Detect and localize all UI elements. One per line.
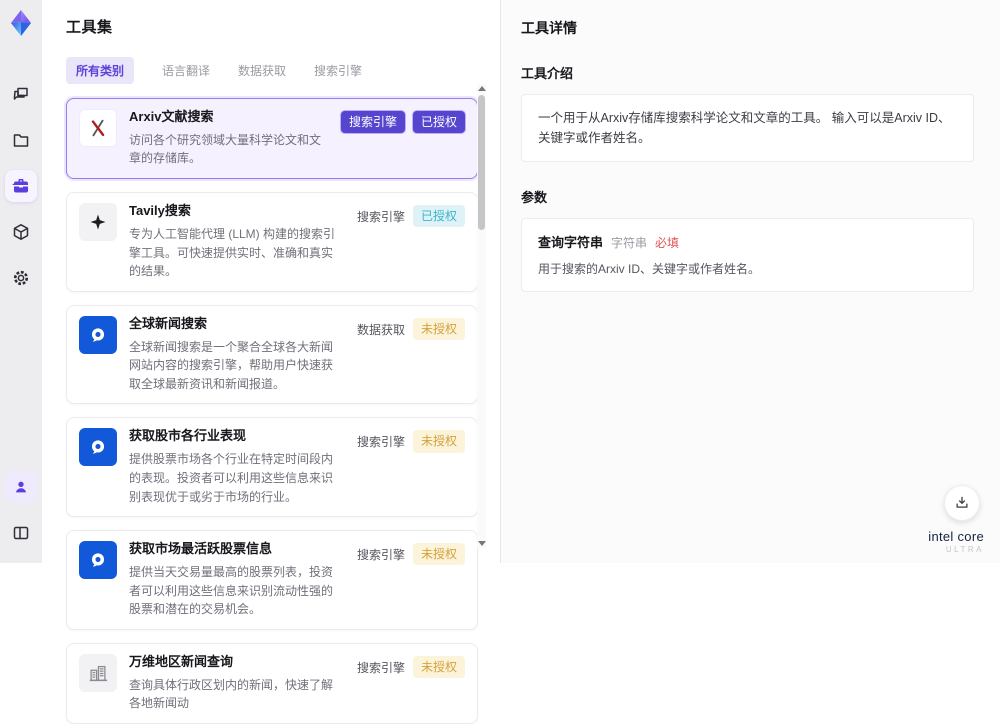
tool-card-global-news[interactable]: 全球新闻搜索 全球新闻搜索是一个聚合全球各大新闻网站内容的搜索引擎，帮助用户快速…	[66, 304, 478, 405]
tool-card-badges: 搜索引擎 未授权	[357, 428, 465, 506]
auth-status-badge: 未授权	[412, 430, 465, 453]
auth-status-badge: 未授权	[412, 655, 465, 678]
tavily-star-icon	[79, 203, 117, 242]
tool-description: 提供当天交易量最高的股票列表，投资者可以利用这些信息来识别流动性强的股票和潜在的…	[129, 564, 334, 617]
user-icon[interactable]	[5, 471, 37, 503]
tool-card-badges: 搜索引擎 已授权	[357, 203, 465, 281]
folder-icon[interactable]	[5, 124, 37, 156]
stock-app-icon	[79, 541, 117, 580]
download-icon	[956, 496, 968, 508]
param-name: 查询字符串	[538, 235, 604, 250]
tool-card-stock-sectors[interactable]: 获取股市各行业表现 提供股票市场各个行业在特定时间段内的表现。投资者可以利用这些…	[66, 417, 478, 518]
list-scrollbar[interactable]	[477, 84, 486, 548]
auth-status-badge: 未授权	[412, 317, 465, 340]
tab-all-categories[interactable]: 所有类别	[66, 57, 135, 84]
tool-card-arxiv[interactable]: Arxiv文献搜索 访问各个研究领域大量科学论文和文章的存储库。 搜索引擎 已授…	[66, 98, 478, 180]
category-badge: 搜索引擎	[340, 111, 405, 134]
tool-card-badges: 搜索引擎 已授权	[340, 109, 465, 168]
tool-name: 获取股市各行业表现	[129, 428, 247, 444]
tool-description: 提供股票市场各个行业在特定时间段内的表现。投资者可以利用这些信息来识别表现优于或…	[129, 452, 334, 504]
intel-ultra-label: ULTRA	[945, 545, 984, 555]
tab-data-fetch[interactable]: 数据获取	[238, 62, 286, 79]
tool-name: 获取市场最活跃股票信息	[129, 541, 273, 557]
toolbox-icon[interactable]	[5, 170, 37, 202]
news-app-icon	[79, 315, 117, 354]
tool-card-badges: 搜索引擎 未授权	[357, 541, 465, 619]
category-label: 数据获取	[356, 322, 405, 337]
category-label: 搜索引擎	[356, 435, 405, 450]
tool-card-badges: 数据获取 未授权	[357, 316, 465, 394]
app-window: 工具集 所有类别 语言翻译 数据获取 搜索引擎 Arxiv文献搜索 访问各个研究…	[0, 0, 1000, 724]
chat-icon[interactable]	[5, 78, 37, 110]
param-box: 查询字符串 字符串 必填 用于搜索的Arxiv ID、关键字或作者姓名。	[521, 218, 974, 292]
scroll-down-arrow-icon[interactable]	[478, 541, 486, 546]
category-label: 搜索引擎	[356, 210, 405, 225]
tool-card-text: 获取股市各行业表现 提供股票市场各个行业在特定时间段内的表现。投资者可以利用这些…	[129, 428, 345, 506]
tool-detail-panel: 工具详情 工具介绍 一个用于从Arxiv存储库搜索科学论文和文章的工具。 输入可…	[501, 0, 1000, 563]
tab-search-engine[interactable]: 搜索引擎	[314, 62, 362, 79]
tool-card-badges: 搜索引擎 未授权	[357, 654, 465, 713]
app-logo-icon	[6, 8, 36, 38]
page-title: 工具集	[66, 19, 113, 36]
intro-heading: 工具介绍	[521, 66, 574, 81]
param-description: 用于搜索的Arxiv ID、关键字或作者姓名。	[538, 262, 761, 276]
settings-gear-icon[interactable]	[5, 262, 37, 294]
tool-description: 查询具体行政区划内的新闻，快速了解各地新闻动	[129, 677, 334, 711]
tool-card-text: Tavily搜索 专为人工智能代理 (LLM) 构建的搜索引擎工具。可快速提供实…	[129, 203, 345, 281]
intro-box: 一个用于从Arxiv存储库搜索科学论文和文章的工具。 输入可以是Arxiv ID…	[521, 94, 974, 162]
tool-card-region-news[interactable]: 万维地区新闻查询 查询具体行政区划内的新闻，快速了解各地新闻动 搜索引擎 未授权	[66, 642, 478, 724]
tool-card-text: Arxiv文献搜索 访问各个研究领域大量科学论文和文章的存储库。	[129, 109, 329, 168]
cube-icon[interactable]	[5, 216, 37, 248]
category-label: 搜索引擎	[356, 660, 405, 675]
detail-title: 工具详情	[521, 20, 577, 36]
tool-card-active-stocks[interactable]: 获取市场最活跃股票信息 提供当天交易量最高的股票列表，投资者可以利用这些信息来识…	[66, 530, 478, 630]
tab-language-translation[interactable]: 语言翻译	[162, 62, 210, 79]
tool-description: 专为人工智能代理 (LLM) 构建的搜索引擎工具。可快速提供实时、准确和真实的结…	[129, 226, 336, 279]
buildings-icon	[79, 653, 117, 692]
tool-name: 万维地区新闻查询	[129, 653, 234, 669]
tool-description: 访问各个研究领域大量科学论文和文章的存储库。	[129, 132, 322, 166]
tool-name: 全球新闻搜索	[129, 315, 208, 331]
arxiv-logo-icon	[79, 109, 117, 147]
tool-card-text: 获取市场最活跃股票信息 提供当天交易量最高的股票列表，投资者可以利用这些信息来识…	[129, 541, 345, 619]
params-heading: 参数	[521, 190, 548, 205]
intro-text: 一个用于从Arxiv存储库搜索科学论文和文章的工具。 输入可以是Arxiv ID…	[538, 111, 951, 145]
scrollbar-thumb[interactable]	[478, 95, 485, 230]
param-type: 字符串	[611, 236, 648, 250]
tool-description: 全球新闻搜索是一个聚合全球各大新闻网站内容的搜索引擎，帮助用户快速获取全球最新资…	[129, 339, 334, 391]
tools-list-panel: 工具集 所有类别 语言翻译 数据获取 搜索引擎 Arxiv文献搜索 访问各个研究…	[42, 0, 500, 724]
intel-core-wordmark: intel core	[928, 528, 984, 544]
tool-card-list: Arxiv文献搜索 访问各个研究领域大量科学论文和文章的存储库。 搜索引擎 已授…	[66, 98, 478, 724]
tool-card-text: 万维地区新闻查询 查询具体行政区划内的新闻，快速了解各地新闻动	[129, 654, 345, 713]
auth-status-badge: 已授权	[412, 205, 465, 228]
left-sidebar	[0, 0, 42, 563]
intel-core-logo: intel core ULTRA	[928, 528, 984, 555]
scroll-up-arrow-icon[interactable]	[478, 86, 486, 91]
tool-name: Tavily搜索	[129, 203, 191, 219]
tool-card-text: 全球新闻搜索 全球新闻搜索是一个聚合全球各大新闻网站内容的搜索引擎，帮助用户快速…	[129, 316, 345, 394]
download-button[interactable]	[944, 485, 980, 521]
param-header: 查询字符串 字符串 必填	[538, 232, 957, 251]
tool-name: Arxiv文献搜索	[129, 109, 214, 124]
auth-status-badge: 已授权	[412, 111, 465, 134]
auth-status-badge: 未授权	[412, 543, 465, 566]
tool-card-tavily[interactable]: Tavily搜索 专为人工智能代理 (LLM) 构建的搜索引擎工具。可快速提供实…	[66, 192, 478, 292]
panel-toggle-icon[interactable]	[5, 517, 37, 549]
stock-app-icon	[79, 428, 117, 467]
param-required-flag: 必填	[655, 236, 680, 250]
category-tabs: 所有类别 语言翻译 数据获取 搜索引擎	[66, 57, 500, 84]
